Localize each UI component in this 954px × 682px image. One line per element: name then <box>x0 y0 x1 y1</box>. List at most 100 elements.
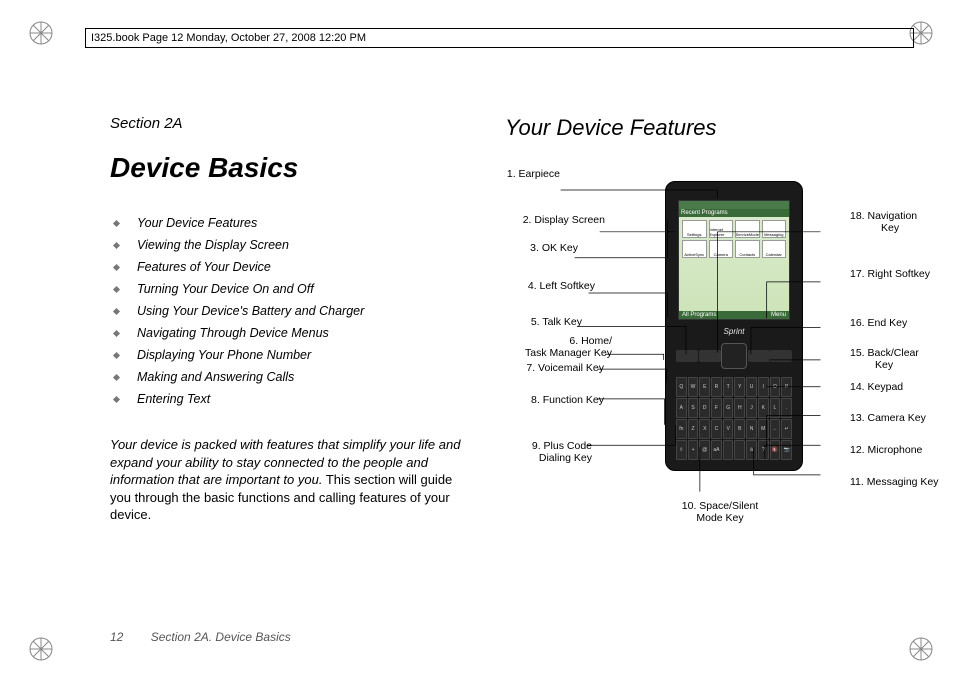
toc-list: Your Device Features Viewing the Display… <box>110 212 470 410</box>
app-icon: Messaging <box>762 220 787 238</box>
phone-key: D <box>699 398 710 418</box>
callout-space-2: Mode Key <box>670 513 770 525</box>
toc-item-label: Using Your Device's Battery and Charger <box>137 304 364 318</box>
callout-talk-key: 5. Talk Key <box>500 317 582 329</box>
phone-key: ↵ <box>781 419 792 439</box>
toc-item-label: Displaying Your Phone Number <box>137 348 311 362</box>
callout-back-2: Key <box>875 360 893 372</box>
phone-key: C <box>711 419 722 439</box>
device-figure: Recent Programs Settings Internet Explor… <box>505 161 904 581</box>
running-head: I325.book Page 12 Monday, October 27, 20… <box>85 28 914 48</box>
phone-key: aA <box>711 440 722 460</box>
intro-paragraph: Your device is packed with features that… <box>110 436 470 524</box>
toc-item: Making and Answering Calls <box>110 366 470 388</box>
phone-key: @ <box>699 440 710 460</box>
phone-key: 📷 <box>781 440 792 460</box>
crop-ornament-bottom-right <box>908 636 934 662</box>
toc-item: Entering Text <box>110 388 470 410</box>
toc-item: Navigating Through Device Menus <box>110 322 470 344</box>
phone-key: T <box>723 377 734 397</box>
page-number: 12 <box>110 630 123 644</box>
phone-keypad: QWERTYUIOPASDFGHJKL.fnZXCVBNM←↵⇧+@aA ä?🔇… <box>676 377 792 460</box>
screen-softkey-bar: All Programs Menu <box>679 311 789 319</box>
callout-end: 16. End Key <box>850 318 907 330</box>
callout-earpiece: 1. Earpiece <box>500 169 560 181</box>
app-icon: Calendar <box>762 240 787 258</box>
footer-section-ref: Section 2A. Device Basics <box>151 630 291 644</box>
app-icon: Internet Explorer <box>709 220 734 238</box>
left-softkey-button <box>676 350 698 362</box>
toc-item-label: Entering Text <box>137 392 210 406</box>
callout-function: 8. Function Key <box>500 395 604 407</box>
phone-key: L <box>770 398 781 418</box>
phone-key: M <box>758 419 769 439</box>
screen-status-bar <box>679 201 789 209</box>
end-button <box>748 350 770 362</box>
left-column: Section 2A Device Basics Your Device Fea… <box>110 115 470 612</box>
callout-home-key-2: Task Manager Key <box>500 348 612 360</box>
phone-key: S <box>688 398 699 418</box>
phone-key: J <box>746 398 757 418</box>
bullet-icon <box>113 307 120 314</box>
toc-item-label: Viewing the Display Screen <box>137 238 289 252</box>
toc-item: Your Device Features <box>110 212 470 234</box>
screen-softkey-left: All Programs <box>682 312 716 318</box>
app-icon: ActiveSync <box>682 240 707 258</box>
phone-key: I <box>758 377 769 397</box>
crop-ornament-bottom-left <box>28 636 54 662</box>
toc-item: Viewing the Display Screen <box>110 234 470 256</box>
page-footer: 12 Section 2A. Device Basics <box>110 630 291 644</box>
phone-key: . <box>781 398 792 418</box>
bullet-icon <box>113 241 120 248</box>
phone-key: R <box>711 377 722 397</box>
phone-key: F <box>711 398 722 418</box>
bullet-icon <box>113 263 120 270</box>
callout-messaging: 11. Messaging Key <box>850 477 939 489</box>
phone-key: V <box>723 419 734 439</box>
toc-item: Features of Your Device <box>110 256 470 278</box>
phone-key: 🔇 <box>770 440 781 460</box>
phone-illustration: Recent Programs Settings Internet Explor… <box>665 181 803 471</box>
toc-item: Turning Your Device On and Off <box>110 278 470 300</box>
toc-item: Using Your Device's Battery and Charger <box>110 300 470 322</box>
callout-keypad: 14. Keypad <box>850 382 903 394</box>
phone-key <box>723 440 734 460</box>
toc-item-label: Turning Your Device On and Off <box>137 282 314 296</box>
callout-ok-key: 3. OK Key <box>500 243 578 255</box>
phone-key: ä <box>746 440 757 460</box>
toc-item-label: Making and Answering Calls <box>137 370 294 384</box>
bullet-icon <box>113 351 120 358</box>
callout-right-softkey: 17. Right Softkey <box>850 269 930 281</box>
phone-key: K <box>758 398 769 418</box>
callout-space-1: 10. Space/Silent <box>670 501 770 513</box>
phone-key: ← <box>770 419 781 439</box>
toc-item-label: Features of Your Device <box>137 260 271 274</box>
phone-key: + <box>688 440 699 460</box>
phone-key: Z <box>688 419 699 439</box>
callout-pluscode-2: Dialing Key <box>500 453 592 465</box>
callout-back-1: 15. Back/Clear <box>850 348 919 360</box>
screen-title: Recent Programs <box>679 209 789 217</box>
phone-key: N <box>746 419 757 439</box>
phone-key: Q <box>676 377 687 397</box>
phone-key: X <box>699 419 710 439</box>
toc-item-label: Your Device Features <box>137 216 257 230</box>
phone-key: O <box>770 377 781 397</box>
callout-left-softkey: 4. Left Softkey <box>500 281 595 293</box>
running-head-text: I325.book Page 12 Monday, October 27, 20… <box>91 32 366 44</box>
callout-nav-1: 18. Navigation <box>850 211 917 223</box>
app-icon: ServiceMode <box>735 220 760 238</box>
phone-key: fn <box>676 419 687 439</box>
talk-button <box>699 350 721 362</box>
callout-display: 2. Display Screen <box>500 215 605 227</box>
callout-camera: 13. Camera Key <box>850 413 926 425</box>
phone-key: G <box>723 398 734 418</box>
bullet-icon <box>113 219 120 226</box>
phone-key: E <box>699 377 710 397</box>
app-icon: Contacts <box>735 240 760 258</box>
phone-key <box>734 440 745 460</box>
phone-key: B <box>734 419 745 439</box>
phone-key: W <box>688 377 699 397</box>
section-label: Section 2A <box>110 115 470 132</box>
dpad <box>721 343 747 369</box>
